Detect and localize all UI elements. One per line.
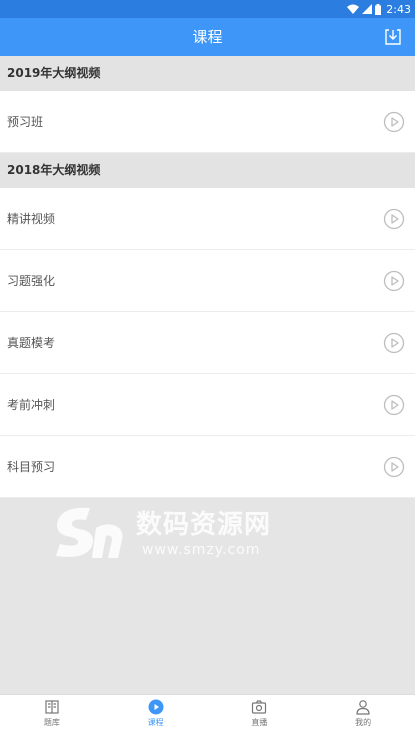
tab-mine[interactable]: 我的 (311, 695, 415, 731)
course-list: 2019年大纲视频 预习班 2018年大纲视频 精讲视频 习题强化 真题模考 考… (0, 56, 415, 498)
play-circle-icon (148, 699, 164, 714)
download-icon (385, 29, 401, 45)
tab-label: 题库 (43, 717, 60, 727)
list-item[interactable]: 考前冲刺 (0, 374, 415, 436)
download-button[interactable] (383, 27, 403, 47)
app-bar: 课程 (0, 18, 415, 56)
item-label: 真题模考 (7, 336, 56, 350)
book-icon (45, 699, 59, 714)
tab-label: 我的 (355, 717, 372, 727)
bottom-tab-bar: 题库 课程 直播 我的 (0, 694, 415, 731)
play-icon[interactable] (383, 208, 405, 230)
tab-question-bank[interactable]: 题库 (0, 695, 104, 731)
list-item[interactable]: 科目预习 (0, 436, 415, 498)
wifi-icon (347, 4, 360, 14)
item-label: 习题强化 (7, 274, 56, 288)
item-label: 预习班 (7, 115, 44, 129)
tab-label: 直播 (251, 717, 268, 727)
page-title: 课程 (192, 28, 223, 46)
section-header-2018: 2018年大纲视频 (0, 153, 415, 188)
signal-icon (362, 4, 373, 14)
status-icons: 2:43 (347, 2, 411, 16)
list-item[interactable]: 习题强化 (0, 250, 415, 312)
tab-live[interactable]: 直播 (208, 695, 312, 731)
item-label: 考前冲刺 (7, 398, 56, 412)
tab-courses[interactable]: 课程 (104, 695, 208, 731)
status-time: 2:43 (386, 2, 411, 16)
watermark-text: 数码资源网 (136, 510, 272, 540)
play-icon[interactable] (383, 394, 405, 416)
play-icon[interactable] (383, 111, 405, 133)
play-icon[interactable] (383, 456, 405, 478)
user-icon (356, 699, 370, 715)
status-bar: 2:43 (0, 0, 415, 18)
tab-label: 课程 (147, 717, 164, 727)
item-label: 精讲视频 (7, 212, 56, 226)
battery-icon (375, 3, 382, 15)
list-item[interactable]: 预习班 (0, 91, 415, 153)
watermark-url: www.smzy.com (142, 542, 261, 558)
play-icon[interactable] (383, 270, 405, 292)
camera-icon (252, 699, 267, 714)
item-label: 科目预习 (7, 460, 56, 474)
section-header-2019: 2019年大纲视频 (0, 56, 415, 91)
watermark-logo (56, 507, 123, 558)
play-icon[interactable] (383, 332, 405, 354)
list-item[interactable]: 真题模考 (0, 312, 415, 374)
watermark: 数码资源网 www.smzy.com (50, 500, 300, 570)
list-item[interactable]: 精讲视频 (0, 188, 415, 250)
